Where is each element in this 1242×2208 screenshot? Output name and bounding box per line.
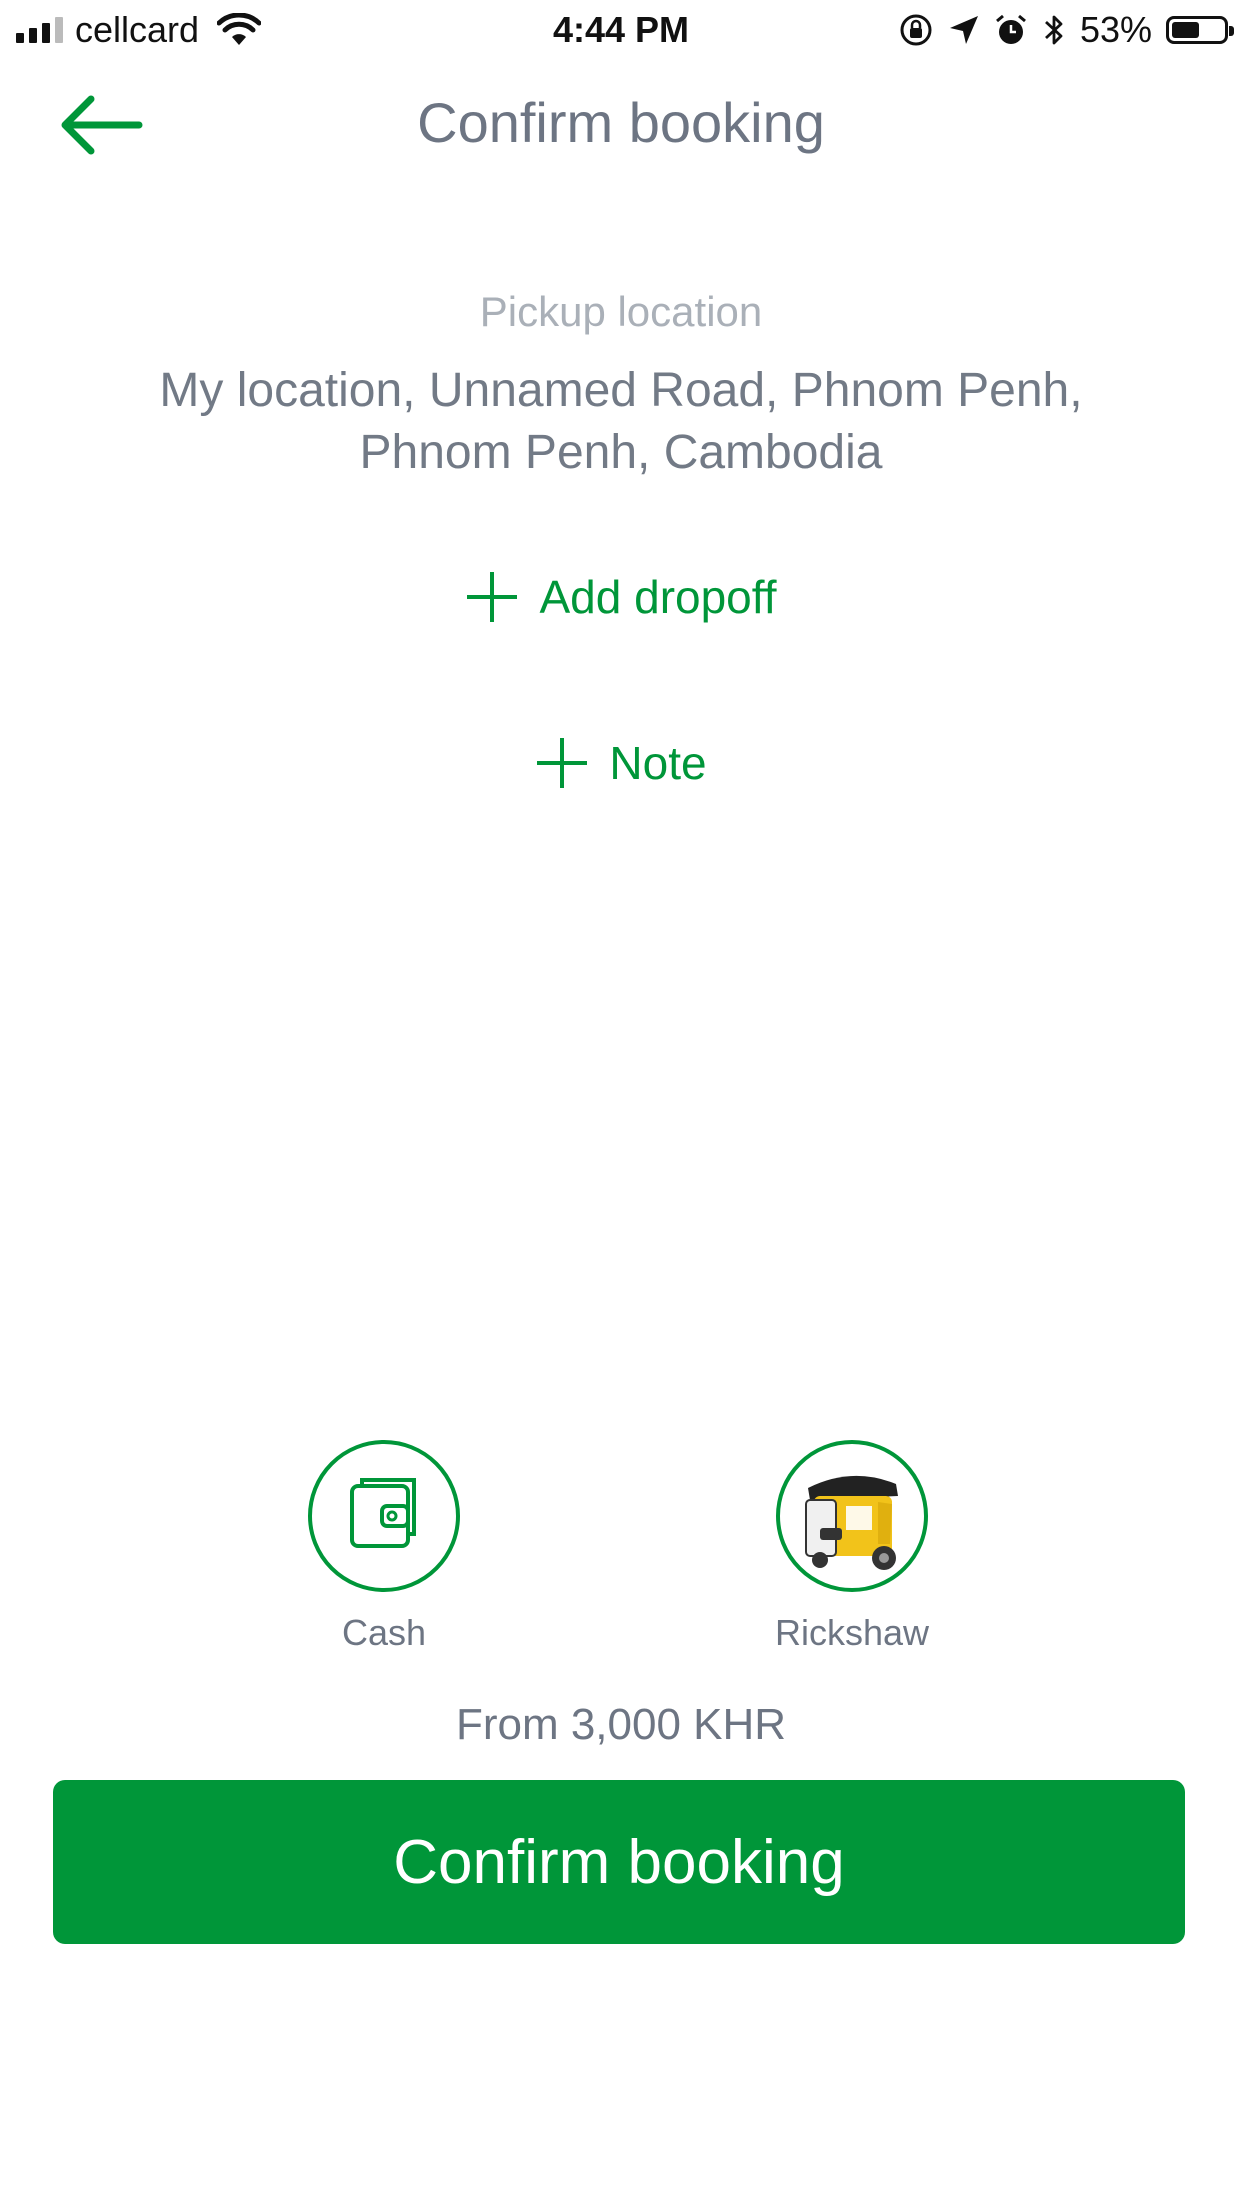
pickup-label: Pickup location: [479, 288, 763, 335]
confirm-booking-button[interactable]: Confirm booking: [53, 1780, 1185, 1944]
payment-option[interactable]: Cash: [284, 1440, 484, 1654]
location-arrow-icon: [949, 16, 978, 44]
plus-icon: [467, 572, 518, 622]
payment-label: Cash: [341, 1612, 427, 1653]
battery-percent: 53%: [1079, 9, 1152, 50]
pickup-location[interactable]: My location, Unnamed Road, Phnom Penh, P…: [120, 360, 1122, 484]
fare-estimate: From 3,000 KHR: [455, 1700, 787, 1749]
battery-fill: [1172, 22, 1199, 38]
page-title: Confirm booking: [417, 91, 825, 154]
battery-icon: [1166, 16, 1234, 44]
vehicle-option[interactable]: Rickshaw: [752, 1440, 952, 1654]
plus-icon: [537, 738, 588, 788]
payment-circle[interactable]: [308, 1440, 460, 1592]
rickshaw-image: [805, 1475, 898, 1570]
status-bar: cellcard 4:44 PM 53%: [0, 0, 1242, 60]
add-dropoff-label: Add dropoff: [539, 571, 777, 623]
wallet-icon: [350, 1478, 416, 1548]
add-note-button[interactable]: Note: [0, 736, 1242, 790]
vehicle-circle[interactable]: [776, 1440, 928, 1592]
orientation-lock-icon: [900, 14, 932, 46]
alarm-icon: [995, 14, 1026, 44]
add-dropoff-button[interactable]: Add dropoff: [0, 570, 1242, 624]
note-label: Note: [609, 737, 707, 789]
bluetooth-icon: [1044, 15, 1063, 45]
vehicle-label: Rickshaw: [774, 1612, 930, 1653]
status-right: 53%: [898, 8, 1234, 52]
